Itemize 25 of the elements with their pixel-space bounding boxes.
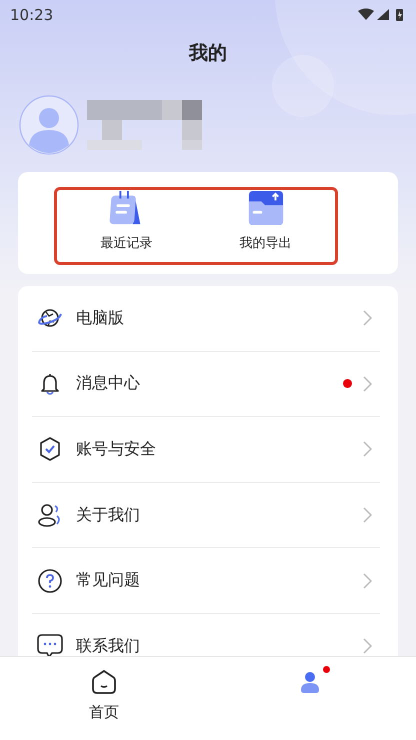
home-icon <box>91 669 117 695</box>
menu-item[interactable]: 消息中心 <box>32 352 380 418</box>
menu-item[interactable]: 账号与安全 <box>32 417 380 483</box>
shield-check-icon <box>39 437 61 462</box>
shortcut-button[interactable]: 最近记录 <box>57 190 196 262</box>
chevron-right-icon <box>363 310 372 326</box>
page-title: 我的 <box>188 41 228 66</box>
menu-item[interactable]: 常见问题 <box>32 548 380 614</box>
chevron-right-icon <box>363 638 372 654</box>
chevron-right-icon <box>363 376 372 392</box>
help-icon <box>38 568 62 593</box>
people-icon <box>38 503 62 528</box>
chevron-right-icon <box>363 572 372 589</box>
chevron-right-icon <box>363 441 372 458</box>
chevron-right-icon <box>363 507 372 524</box>
avatar-icon <box>19 95 79 155</box>
menu-item[interactable]: 电脑版 <box>32 286 380 352</box>
menu-item[interactable]: 关于我们 <box>32 482 380 548</box>
bell-icon <box>40 372 60 395</box>
status-icons <box>358 7 404 23</box>
shortcut-button[interactable]: 我的导出 <box>196 190 335 262</box>
globe-icon <box>37 307 63 330</box>
status-time: 10:23 <box>10 6 54 24</box>
folder-upload-icon <box>246 190 284 226</box>
chat-icon <box>37 633 63 656</box>
